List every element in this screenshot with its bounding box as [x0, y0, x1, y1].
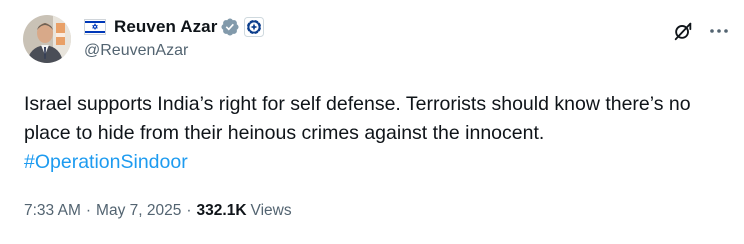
views-count[interactable]: 332.1K — [197, 202, 247, 220]
meta-separator: · — [85, 202, 92, 219]
tweet-card: Reuven Azar @ReuvenAzar Israel supports … — [0, 0, 744, 244]
views-label: Views — [250, 202, 292, 219]
user-handle[interactable]: @ReuvenAzar — [84, 42, 264, 60]
author-info: Reuven Azar @ReuvenAzar — [84, 16, 265, 60]
hashtag-link[interactable]: #OperationSindoor — [24, 148, 188, 177]
tweet-body: Israel supports India’s right for self d… — [24, 93, 691, 144]
name-row: Reuven Azar — [84, 16, 265, 38]
more-options-icon[interactable] — [708, 20, 730, 42]
meta-separator-2: · — [186, 202, 192, 219]
tweet-date[interactable]: May 7, 2025 — [96, 202, 181, 220]
israel-flag-icon — [84, 19, 106, 35]
tweet-actions — [672, 20, 730, 42]
grok-icon[interactable] — [672, 20, 694, 42]
avatar[interactable] — [23, 15, 71, 63]
tweet-time[interactable]: 7:33 AM — [24, 202, 81, 220]
government-affiliation-icon[interactable] — [244, 17, 265, 37]
tweet-text: Israel supports India’s right for self d… — [24, 90, 724, 177]
tweet-meta: 7:33 AM · May 7, 2025 · 332.1K Views — [24, 202, 292, 220]
verified-badge-icon[interactable] — [220, 17, 240, 37]
display-name[interactable]: Reuven Azar — [114, 17, 217, 37]
